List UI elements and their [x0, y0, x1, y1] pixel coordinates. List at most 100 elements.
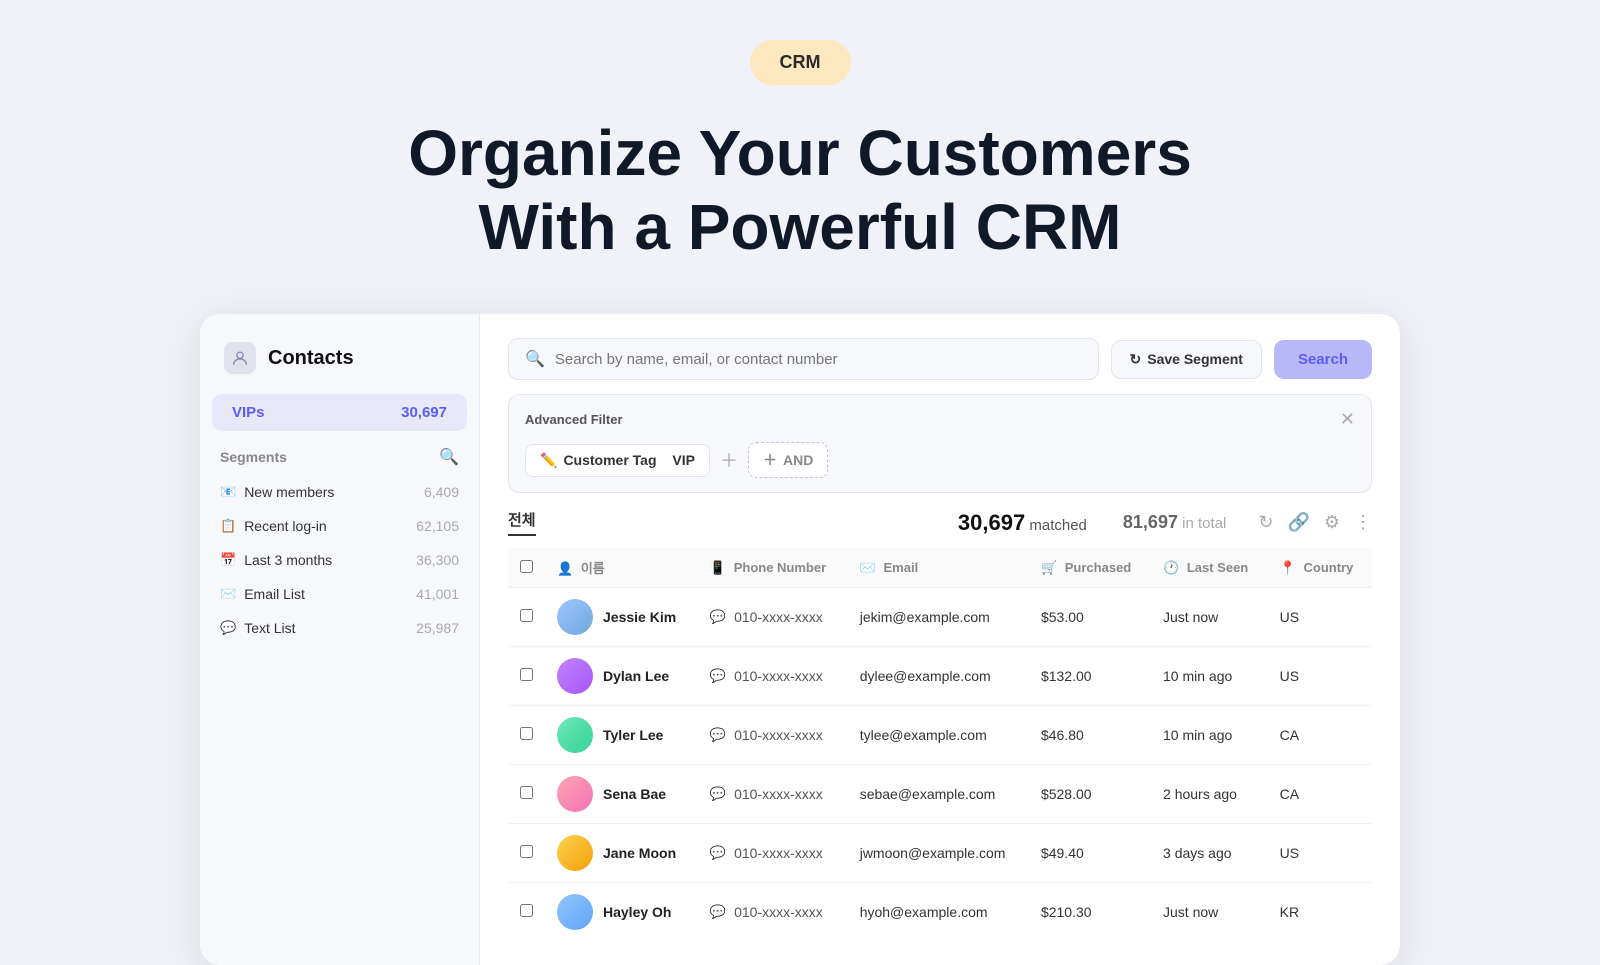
row-phone-cell: 💬 010-xxxx-xxxx: [698, 883, 848, 942]
results-matched: 30,697 matched: [958, 510, 1087, 536]
row-checkbox[interactable]: [520, 786, 533, 799]
table-row[interactable]: Jessie Kim 💬 010-xxxx-xxxx jekim@example…: [508, 588, 1372, 647]
row-name-cell: Hayley Oh: [545, 883, 698, 942]
row-name-cell: Tyler Lee: [545, 706, 698, 765]
and-label: AND: [783, 452, 813, 468]
sidebar-item-vips[interactable]: VIPs 30,697: [212, 394, 467, 431]
search-button[interactable]: Search: [1274, 340, 1372, 379]
sidebar-item-last-3-months[interactable]: 📅 Last 3 months 36,300: [200, 543, 479, 577]
save-segment-button[interactable]: ↻ Save Segment: [1111, 340, 1262, 379]
contact-name: Jessie Kim: [603, 609, 676, 625]
filter-button[interactable]: ⚙: [1324, 512, 1340, 533]
more-button[interactable]: ⋮: [1354, 512, 1372, 533]
row-checkbox[interactable]: [520, 668, 533, 681]
row-last-seen-cell: 3 days ago: [1151, 824, 1268, 883]
sidebar-segments-header: Segments 🔍: [200, 439, 479, 475]
purchased-header-icon: 🛒: [1041, 560, 1057, 575]
row-country-cell: CA: [1268, 706, 1372, 765]
row-email-cell: sebae@example.com: [848, 765, 1029, 824]
row-name-cell: Jane Moon: [545, 824, 698, 883]
sidebar-item-icon: 📧: [220, 484, 236, 500]
contact-name: Sena Bae: [603, 786, 666, 802]
purchased-value: $132.00: [1041, 668, 1092, 684]
sidebar-item-text-list[interactable]: 💬 Text List 25,987: [200, 611, 479, 645]
refresh-button[interactable]: ↻: [1258, 512, 1273, 533]
row-email-cell: dylee@example.com: [848, 647, 1029, 706]
row-country-cell: CA: [1268, 765, 1372, 824]
sidebar-item-icon: 📋: [220, 518, 236, 534]
sidebar-items: 📧 New members 6,409 📋 Recent log-in 62,1…: [200, 475, 479, 645]
last-seen-header: 🕐 Last Seen: [1151, 548, 1268, 588]
table-row[interactable]: Dylan Lee 💬 010-xxxx-xxxx dylee@example.…: [508, 647, 1372, 706]
row-checkbox[interactable]: [520, 904, 533, 917]
tag-icon: ✏️: [540, 452, 557, 469]
country-value: US: [1280, 845, 1299, 861]
last-seen-header-icon: 🕐: [1163, 560, 1179, 575]
phone-number: 010-xxxx-xxxx: [734, 845, 823, 861]
select-all-checkbox[interactable]: [520, 560, 533, 573]
row-phone-cell: 💬 010-xxxx-xxxx: [698, 765, 848, 824]
save-segment-icon: ↻: [1130, 351, 1142, 368]
search-icon[interactable]: 🔍: [439, 447, 459, 467]
email-value: tylee@example.com: [860, 727, 987, 743]
contacts-table: 👤 이름 📱 Phone Number ✉️ Email 🛒: [508, 548, 1372, 941]
search-input-wrapper[interactable]: 🔍: [508, 338, 1099, 380]
phone-number: 010-xxxx-xxxx: [734, 727, 823, 743]
phone-header-icon: 📱: [710, 560, 726, 575]
contact-name: Jane Moon: [603, 845, 676, 861]
contact-avatar: [557, 658, 593, 694]
purchased-value: $210.30: [1041, 904, 1092, 920]
row-checkbox-cell: [508, 706, 545, 765]
purchased-value: $528.00: [1041, 786, 1092, 802]
row-country-cell: US: [1268, 647, 1372, 706]
row-purchased-cell: $528.00: [1029, 765, 1151, 824]
last-seen-value: 2 hours ago: [1163, 786, 1237, 802]
sidebar-item-recent-log-in[interactable]: 📋 Recent log-in 62,105: [200, 509, 479, 543]
results-actions: ↻ 🔗 ⚙ ⋮: [1258, 512, 1372, 533]
row-phone-cell: 💬 010-xxxx-xxxx: [698, 588, 848, 647]
row-purchased-cell: $49.40: [1029, 824, 1151, 883]
row-purchased-cell: $46.80: [1029, 706, 1151, 765]
row-checkbox[interactable]: [520, 609, 533, 622]
email-value: dylee@example.com: [860, 668, 991, 684]
contact-name: Tyler Lee: [603, 727, 663, 743]
results-tab[interactable]: 전체: [508, 509, 536, 536]
customer-tag-filter[interactable]: ✏️ Customer Tag VIP: [525, 444, 710, 477]
search-input[interactable]: [555, 351, 1082, 368]
contact-name: Dylan Lee: [603, 668, 669, 684]
row-checkbox-cell: [508, 765, 545, 824]
purchased-value: $53.00: [1041, 609, 1084, 625]
close-filter-button[interactable]: ✕: [1340, 409, 1355, 430]
phone-number: 010-xxxx-xxxx: [734, 668, 823, 684]
row-checkbox[interactable]: [520, 845, 533, 858]
purchased-header: 🛒 Purchased: [1029, 548, 1151, 588]
row-name-cell: Dylan Lee: [545, 647, 698, 706]
last-seen-value: Just now: [1163, 609, 1218, 625]
row-last-seen-cell: Just now: [1151, 588, 1268, 647]
sidebar-item-icon: ✉️: [220, 586, 236, 602]
advanced-filter-header: Advanced Filter ✕: [525, 409, 1355, 430]
row-phone-cell: 💬 010-xxxx-xxxx: [698, 824, 848, 883]
table-row[interactable]: Jane Moon 💬 010-xxxx-xxxx jwmoon@example…: [508, 824, 1372, 883]
table-row[interactable]: Tyler Lee 💬 010-xxxx-xxxx tylee@example.…: [508, 706, 1372, 765]
sidebar: Contacts VIPs 30,697 Segments 🔍 📧 New me…: [200, 314, 480, 965]
table-row[interactable]: Hayley Oh 💬 010-xxxx-xxxx hyoh@example.c…: [508, 883, 1372, 942]
main-ui-card: Contacts VIPs 30,697 Segments 🔍 📧 New me…: [200, 314, 1400, 965]
main-content: 🔍 ↻ Save Segment Search Advanced Filter …: [480, 314, 1400, 965]
row-checkbox[interactable]: [520, 727, 533, 740]
sidebar-item-email-list[interactable]: ✉️ Email List 41,001: [200, 577, 479, 611]
filter-tags: ✏️ Customer Tag VIP ＋ ＋ AND: [525, 442, 1355, 478]
row-checkbox-cell: [508, 647, 545, 706]
sidebar-item-new-members[interactable]: 📧 New members 6,409: [200, 475, 479, 509]
row-last-seen-cell: 10 min ago: [1151, 647, 1268, 706]
add-filter-condition-button[interactable]: ＋: [720, 447, 738, 473]
phone-icon: 💬: [710, 668, 726, 684]
and-filter-button[interactable]: ＋ AND: [748, 442, 828, 478]
share-button[interactable]: 🔗: [1287, 512, 1309, 533]
email-value: jwmoon@example.com: [860, 845, 1006, 861]
row-email-cell: hyoh@example.com: [848, 883, 1029, 942]
table-row[interactable]: Sena Bae 💬 010-xxxx-xxxx sebae@example.c…: [508, 765, 1372, 824]
segments-label: Segments: [220, 449, 287, 465]
results-header: 전체 30,697 matched 81,697 in total ↻ 🔗 ⚙ …: [508, 509, 1372, 536]
row-last-seen-cell: Just now: [1151, 883, 1268, 942]
